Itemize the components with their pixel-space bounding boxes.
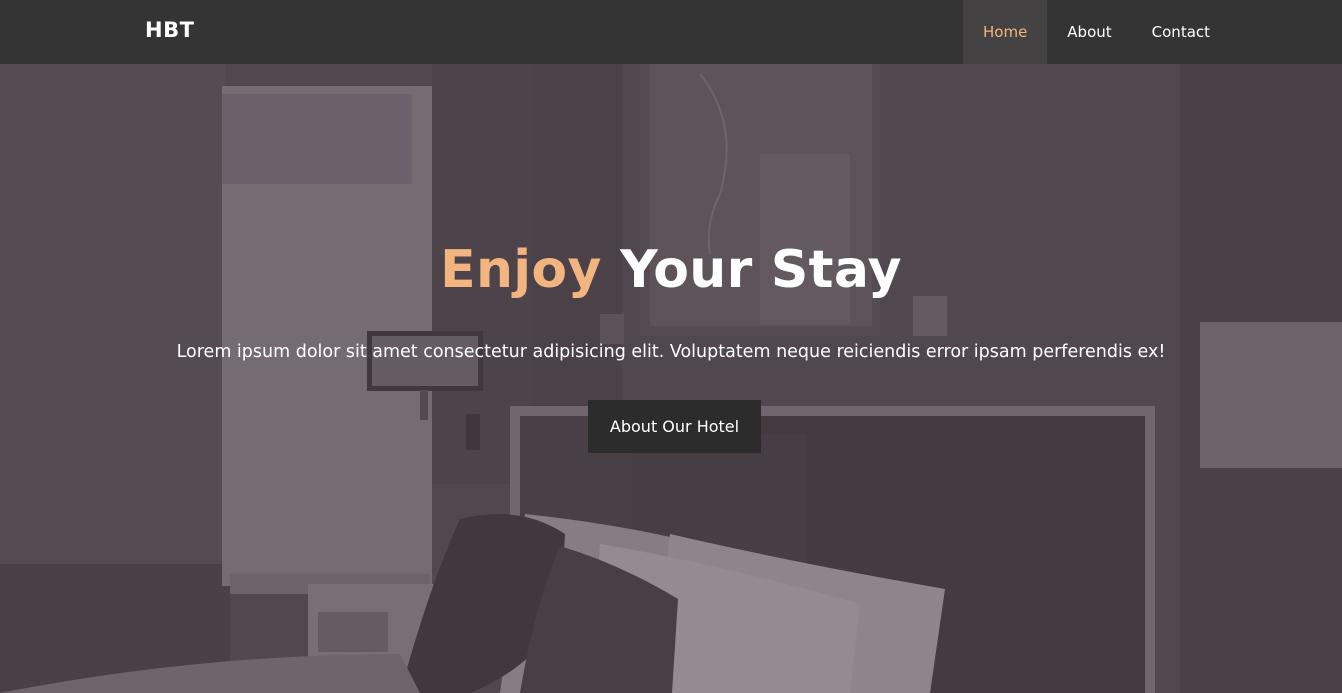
about-hotel-button[interactable]: About Our Hotel — [588, 400, 761, 453]
nav-menu: Home About Contact — [963, 0, 1230, 64]
hero-title: Enjoy Your Stay — [0, 240, 1342, 300]
navbar: HBT Home About Contact — [0, 0, 1342, 64]
nav-item-about: About — [1047, 0, 1131, 64]
brand-logo[interactable]: HBT — [145, 18, 194, 42]
hero-title-accent: Enjoy — [440, 240, 602, 300]
hero-description: Lorem ipsum dolor sit amet consectetur a… — [176, 342, 1166, 362]
nav-link-home[interactable]: Home — [963, 0, 1048, 64]
hero-overlay — [0, 64, 1342, 693]
nav-item-contact: Contact — [1132, 0, 1230, 64]
hero-title-rest: Your Stay — [620, 240, 902, 300]
nav-link-contact[interactable]: Contact — [1132, 0, 1230, 64]
nav-link-about[interactable]: About — [1047, 0, 1131, 64]
nav-item-home: Home — [963, 0, 1048, 64]
hero-section: Enjoy Your Stay Lorem ipsum dolor sit am… — [0, 64, 1342, 693]
